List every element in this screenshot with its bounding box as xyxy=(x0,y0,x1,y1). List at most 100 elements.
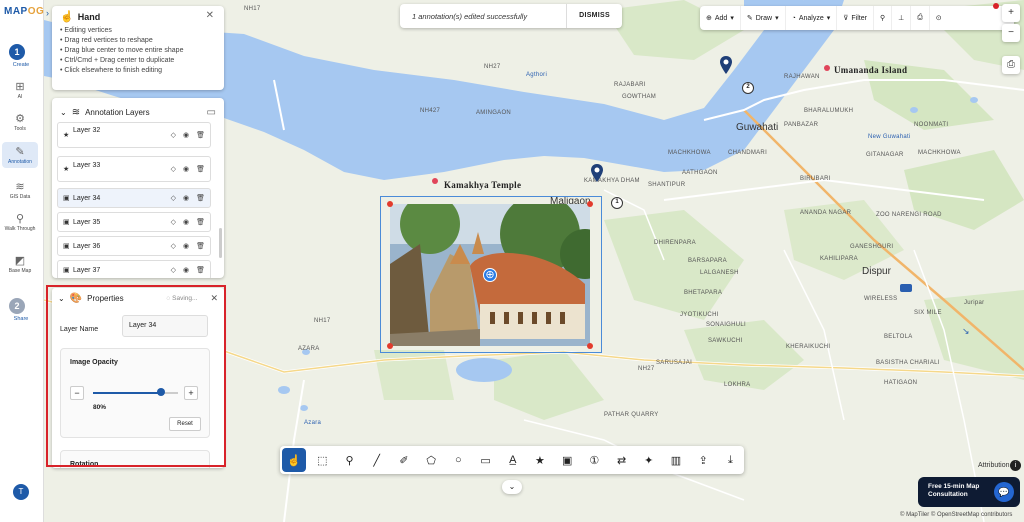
step-share-label[interactable]: Share xyxy=(4,316,38,322)
eye-icon[interactable]: ◉ xyxy=(183,131,189,139)
ruler-tool-icon[interactable]: ✐ xyxy=(390,448,417,472)
move-center-handle-icon[interactable]: ⊕ xyxy=(483,268,497,282)
layer-name-input[interactable]: Layer 34 xyxy=(122,315,208,337)
text-tool-icon[interactable]: A̲ xyxy=(499,448,526,472)
add-button[interactable]: ⊕ Add ▾ xyxy=(700,6,740,30)
close-icon[interactable]: ✕ xyxy=(210,293,218,304)
trash-icon[interactable]: 🗑 xyxy=(196,131,205,139)
locate-icon[interactable]: ◇ xyxy=(171,266,176,274)
close-icon[interactable]: ✕ xyxy=(206,10,214,21)
rail-item-annotation[interactable]: ✎ Annotation xyxy=(2,142,38,168)
number-tool-icon[interactable]: ① xyxy=(581,448,608,472)
locate-target-icon[interactable]: ⊙ xyxy=(928,6,948,30)
eye-icon[interactable]: ◉ xyxy=(183,266,189,274)
chevron-down-icon[interactable]: ⌄ xyxy=(58,294,65,303)
locate-icon[interactable]: ◇ xyxy=(171,242,176,250)
poi-dot-icon[interactable] xyxy=(432,178,438,184)
layers-scrollbar[interactable] xyxy=(219,228,222,258)
zoom-out-button[interactable]: − xyxy=(1002,24,1020,42)
expand-chevron-icon[interactable]: ⌄ xyxy=(502,480,522,494)
line-tool-icon[interactable]: ╱ xyxy=(363,448,390,472)
map-pin-icon[interactable] xyxy=(591,164,603,182)
info-icon[interactable]: i xyxy=(1010,460,1021,471)
draw-button[interactable]: ✎ Draw ▾ xyxy=(739,6,785,30)
attribution-label[interactable]: Attribution xyxy=(978,462,1010,469)
chevron-down-icon[interactable]: ⌄ xyxy=(60,108,67,117)
rail-item-gis-data[interactable]: ≋ GIS Data xyxy=(2,180,38,200)
rectangle-tool-icon[interactable]: ▭ xyxy=(472,448,499,472)
trash-icon[interactable]: 🗑 xyxy=(196,218,205,226)
opacity-increase-button[interactable]: + xyxy=(184,386,198,400)
trash-icon[interactable]: 🗑 xyxy=(196,266,205,274)
locate-icon[interactable]: ◇ xyxy=(171,218,176,226)
pencil-icon: ✎ xyxy=(746,15,753,22)
image-tool-icon[interactable]: ▣ xyxy=(554,448,581,472)
poi-dot-icon[interactable] xyxy=(824,65,830,71)
hand-tip: • Editing vertices xyxy=(60,27,112,34)
eye-icon[interactable]: ◉ xyxy=(183,194,189,202)
print-icon[interactable]: ⎙ xyxy=(910,6,929,30)
route-marker[interactable]: 1 xyxy=(611,197,623,209)
opacity-slider-thumb[interactable] xyxy=(157,388,165,396)
trash-icon[interactable]: 🗑 xyxy=(196,165,205,173)
print-icon[interactable]: ⎙ xyxy=(1002,56,1020,74)
app-logo[interactable]: MAPOG xyxy=(4,6,44,17)
route-marker[interactable]: 2 xyxy=(742,82,754,94)
search-icon[interactable]: ⚲ xyxy=(872,6,891,30)
layer-row[interactable]: ★ Layer 32 ◇ ◉ 🗑 xyxy=(57,122,211,148)
hand-tool-icon[interactable]: ☝ xyxy=(282,448,306,472)
filter-button[interactable]: ⊽ Filter xyxy=(836,6,873,30)
download-icon[interactable]: ⤓ xyxy=(717,448,744,472)
star-tool-icon[interactable]: ★ xyxy=(526,448,553,472)
step-share-badge[interactable]: 2 xyxy=(9,298,25,314)
layer-row[interactable]: ▣ Layer 34 ◇ ◉ 🗑 xyxy=(57,188,211,208)
guwahati-label: Guwahati xyxy=(736,122,779,133)
locate-icon[interactable]: ◇ xyxy=(171,165,176,173)
circle-tool-icon[interactable]: ○ xyxy=(445,448,472,472)
freehand-tool-icon[interactable]: ✦ xyxy=(635,448,662,472)
vertex-handle[interactable] xyxy=(387,343,393,349)
avatar[interactable]: T xyxy=(13,484,29,500)
layer-row[interactable]: ▣ Layer 36 ◇ ◉ 🗑 xyxy=(57,236,211,256)
select-tool-icon[interactable]: ⬚ xyxy=(309,448,336,472)
step-create-label[interactable]: Create xyxy=(4,62,38,68)
rail-item-tools[interactable]: ⚙ Tools xyxy=(2,112,38,132)
basemap-icon: ◩ xyxy=(14,255,26,267)
layer-row[interactable]: ▣ Layer 35 ◇ ◉ 🗑 xyxy=(57,212,211,232)
folder-icon[interactable]: ▭ xyxy=(207,107,216,118)
measure-icon[interactable]: ⊥ xyxy=(891,6,910,30)
locate-icon[interactable]: ◇ xyxy=(171,194,176,202)
locate-icon[interactable]: ◇ xyxy=(171,131,176,139)
consultation-button[interactable]: Free 15-min Map Consultation 💬 xyxy=(918,477,1020,507)
trash-icon[interactable]: 🗑 xyxy=(196,242,205,250)
opacity-decrease-button[interactable]: − xyxy=(70,386,84,400)
marker-tool-icon[interactable]: ⚲ xyxy=(336,448,363,472)
rail-item-walk-through[interactable]: ⚲ Walk Through xyxy=(2,212,38,232)
map-pin-icon[interactable] xyxy=(720,56,732,74)
map-label: Azara xyxy=(304,420,322,426)
opacity-slider-track[interactable] xyxy=(93,392,178,394)
trash-icon[interactable]: 🗑 xyxy=(196,194,205,202)
map-label: BIRUBARI xyxy=(800,176,831,182)
zoom-in-button[interactable]: + xyxy=(1002,4,1020,22)
vertex-handle[interactable] xyxy=(587,343,593,349)
collapse-chevron-icon[interactable]: › xyxy=(46,8,49,18)
rail-item-base-map[interactable]: ◩ Base Map xyxy=(2,254,38,274)
polygon-tool-icon[interactable]: ⬠ xyxy=(418,448,445,472)
building-tool-icon[interactable]: ▥ xyxy=(662,448,689,472)
analyze-button[interactable]: ◔ Analyze ▾ xyxy=(784,6,837,30)
dismiss-button[interactable]: DISMISS xyxy=(566,4,622,28)
step-create-badge[interactable]: 1 xyxy=(9,44,25,60)
toast-notification: 1 annotation(s) edited successfully DISM… xyxy=(400,4,622,28)
vertex-handle[interactable] xyxy=(387,201,393,207)
vertex-handle[interactable] xyxy=(587,201,593,207)
layer-row[interactable]: ▣ Layer 37 ◇ ◉ 🗑 xyxy=(57,260,211,278)
eye-icon[interactable]: ◉ xyxy=(183,165,189,173)
eye-icon[interactable]: ◉ xyxy=(183,242,189,250)
rail-item-ai[interactable]: ⊞ AI xyxy=(2,80,38,100)
upload-icon[interactable]: ⇪ xyxy=(690,448,717,472)
route-tool-icon[interactable]: ⇄ xyxy=(608,448,635,472)
layer-row[interactable]: ★ Layer 33 ◇ ◉ 🗑 xyxy=(57,156,211,182)
reset-button[interactable]: Reset xyxy=(169,417,201,431)
eye-icon[interactable]: ◉ xyxy=(183,218,189,226)
